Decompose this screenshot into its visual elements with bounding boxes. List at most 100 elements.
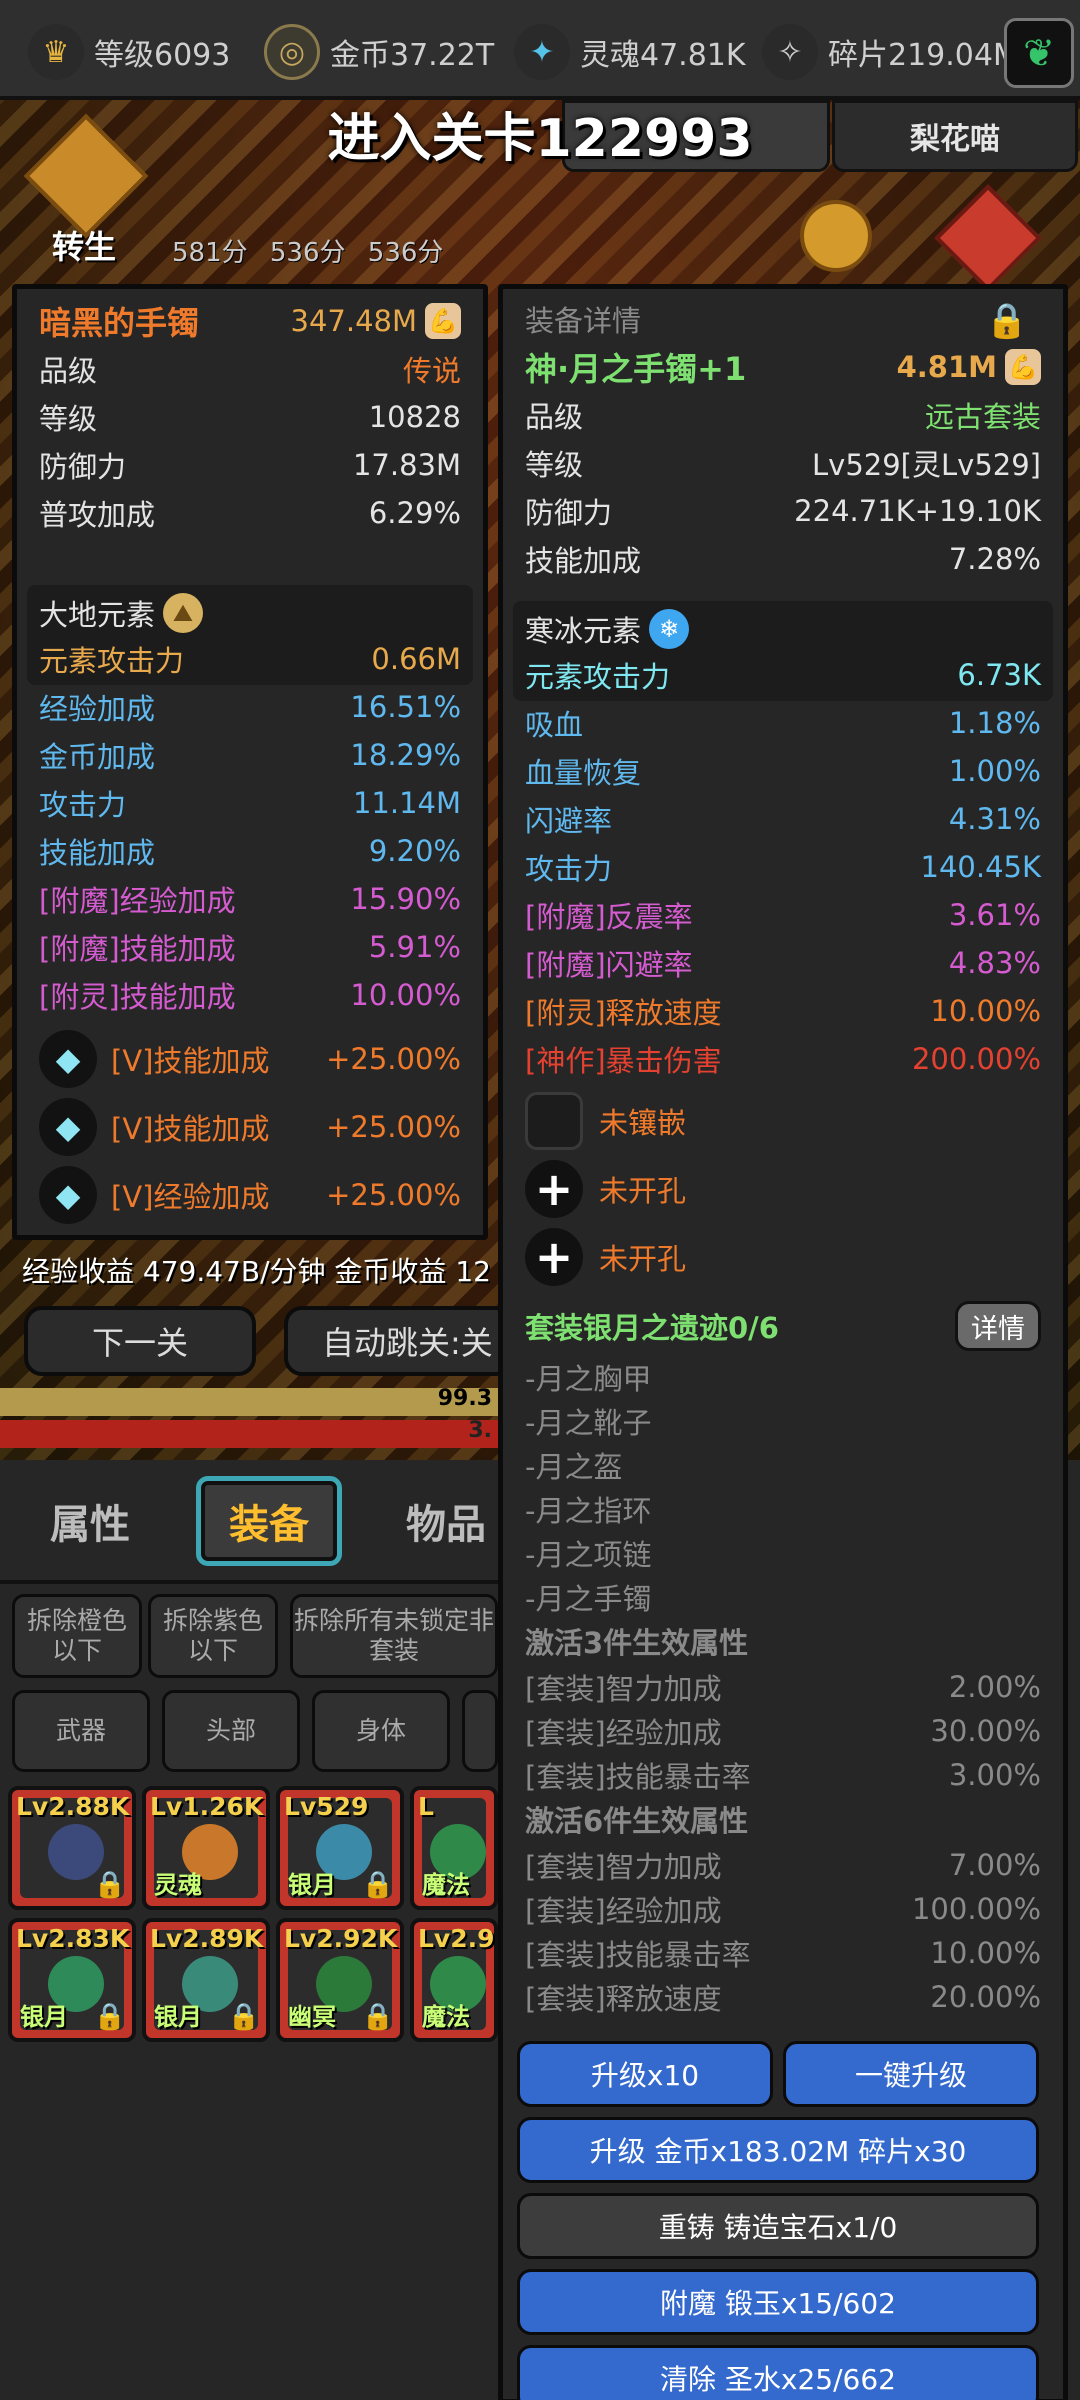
stat-row: 等级 Lv529[灵Lv529] xyxy=(503,441,1063,485)
stat-value: 4.31% xyxy=(948,802,1041,836)
stat-row: [附灵]技能加成 10.00% xyxy=(17,973,483,1017)
socket-row[interactable]: 未镶嵌 xyxy=(503,1089,1063,1153)
stat-row: 等级 10828 xyxy=(17,395,483,439)
top-status-bar: ♛ 等级6093 ◎ 金币37.22T ✦ 灵魂47.81K ✧ 碎片219.0… xyxy=(0,0,1080,100)
equipped-item-power: 347.48M xyxy=(290,304,418,338)
stat-level: ♛ 等级6093 xyxy=(28,24,230,80)
exp-progress-text: 99.3 xyxy=(437,1386,492,1411)
stat-key: 技能加成 xyxy=(39,836,156,870)
inventory-item[interactable]: Lv2.83K 银月 🔒 xyxy=(8,1918,136,2042)
lock-icon: 🔒 xyxy=(227,2002,260,2032)
ice-element-icon: ❄ xyxy=(649,609,690,649)
diamond-gem-icon: ◆ xyxy=(39,1166,97,1224)
inventory-item[interactable]: Lv1.26K 灵魂 xyxy=(142,1786,270,1910)
slot-body-button[interactable]: 身体 xyxy=(312,1690,450,1772)
stat-key: 品级 xyxy=(39,354,98,388)
detail-header: 装备详情 xyxy=(525,304,642,338)
inventory-item[interactable]: Lv2.9 魔法 xyxy=(410,1918,498,2042)
leaf-menu-button[interactable]: ❦ xyxy=(1004,18,1074,88)
remove-orange-below-button[interactable]: 拆除橙色以下 xyxy=(12,1594,142,1678)
stat-key: [附灵]技能加成 xyxy=(39,980,236,1014)
inventory-item[interactable]: Lv2.88K 🔒 xyxy=(8,1786,136,1910)
recast-button[interactable]: 重铸 铸造宝石x1/0 xyxy=(517,2193,1039,2259)
remove-unlocked-nonset-button[interactable]: 拆除所有未锁定非套装 xyxy=(290,1594,498,1678)
stat-key: [附魔]技能加成 xyxy=(39,932,236,966)
stat-value: 7.28% xyxy=(948,542,1041,576)
lock-icon: 🔒 xyxy=(93,1870,126,1900)
lock-icon: 🔒 xyxy=(361,2002,394,2032)
stat-value: Lv529[灵Lv529] xyxy=(812,448,1041,482)
stat-value: 16.51% xyxy=(350,690,461,724)
item-set-name: 银月 xyxy=(154,2003,202,2031)
one-click-upgrade-button[interactable]: 一键升级 xyxy=(783,2041,1039,2107)
stat-value: 17.83M xyxy=(352,448,461,482)
stat-key: 攻击力 xyxy=(525,852,613,886)
slot-weapon-button[interactable]: 武器 xyxy=(12,1690,150,1772)
set-bonus-row: [套装]经验加成 30.00% xyxy=(525,1714,1041,1750)
item-level: Lv2.89K xyxy=(150,1924,264,1953)
rebirth-label[interactable]: 转生 xyxy=(52,222,116,268)
gem-row: ◆ [V]经验加成 +25.00% xyxy=(17,1163,483,1227)
stat-soul: ✦ 灵魂47.81K xyxy=(514,24,746,80)
auto-skip-button[interactable]: 自动跳关:关 xyxy=(284,1306,514,1376)
stat-value: 6.73K xyxy=(957,658,1041,692)
enchant-button[interactable]: 附魔 锻玉x15/602 xyxy=(517,2269,1039,2335)
slot-more-button[interactable] xyxy=(462,1690,498,1772)
element-name: 大地元素 xyxy=(39,598,156,632)
upgrade-x10-button[interactable]: 升级x10 xyxy=(517,2041,773,2107)
tab-equipment[interactable]: 装备 xyxy=(196,1476,342,1566)
set6-title: 激活6件生效属性 xyxy=(525,1804,749,1838)
trophy-icon[interactable] xyxy=(800,200,872,272)
stat-key: 防御力 xyxy=(39,450,127,484)
item-level: Lv2.83K xyxy=(16,1924,130,1953)
inventory-item[interactable]: L 魔法 xyxy=(410,1786,498,1910)
gem-value: +25.00% xyxy=(326,1042,461,1076)
socket-row[interactable]: + 未开孔 xyxy=(503,1157,1063,1221)
set-detail-button[interactable]: 详情 xyxy=(955,1301,1041,1351)
item-set-name: 银月 xyxy=(288,1871,336,1899)
inventory-item[interactable]: Lv2.89K 银月 🔒 xyxy=(142,1918,270,2042)
clear-button[interactable]: 清除 圣水x25/662 xyxy=(517,2345,1039,2400)
muscle-icon: 💪 xyxy=(1005,349,1041,385)
inventory-item[interactable]: Lv529 银月 🔒 xyxy=(276,1786,404,1910)
inventory-item[interactable]: Lv2.92K 幽冥 🔒 xyxy=(276,1918,404,2042)
gem-row: ◆ [V]技能加成 +25.00% xyxy=(17,1027,483,1091)
next-stage-button[interactable]: 下一关 xyxy=(24,1306,256,1376)
item-level: Lv529 xyxy=(284,1792,369,1821)
stat-value: 10.00% xyxy=(350,978,461,1012)
item-level: Lv2.92K xyxy=(284,1924,398,1953)
detail-header-row: 装备详情 xyxy=(503,297,1063,341)
socket-row[interactable]: + 未开孔 xyxy=(503,1225,1063,1289)
stat-row: 品级 传说 xyxy=(17,347,483,391)
item-level: Lv2.9 xyxy=(418,1924,495,1953)
stat-key: 元素攻击力 xyxy=(39,644,185,678)
tab-attributes[interactable]: 属性 xyxy=(30,1476,150,1566)
stat-key: 防御力 xyxy=(525,496,613,530)
set-title: 套装银月之遗迹0/6 xyxy=(525,1311,779,1345)
remove-purple-below-button[interactable]: 拆除紫色以下 xyxy=(148,1594,278,1678)
stat-shard: ✧ 碎片219.04M xyxy=(762,24,1019,80)
stat-row: 品级 远古套装 xyxy=(503,393,1063,437)
upgrade-button[interactable]: 升级 金币x183.02M 碎片x30 xyxy=(517,2117,1039,2183)
detail-title-row: 神·月之手镯+1 4.81M 💪 xyxy=(503,345,1063,389)
stat-value: 200.00% xyxy=(911,1042,1041,1076)
soul-icon: ✦ xyxy=(514,24,570,80)
stat-key: [附魔]反震率 xyxy=(525,900,693,934)
set-bonus-row: [套装]智力加成 7.00% xyxy=(525,1848,1041,1884)
slot-head-button[interactable]: 头部 xyxy=(162,1690,300,1772)
stat-key: [附灵]释放速度 xyxy=(525,996,722,1030)
stat-key: [神作]暴击伤害 xyxy=(525,1044,722,1078)
item-set-name: 幽冥 xyxy=(288,2003,336,2031)
lock-icon[interactable]: 🔒 xyxy=(981,295,1033,347)
stat-value: 6.29% xyxy=(368,496,461,530)
gem-label: [V]技能加成 xyxy=(111,1112,270,1146)
stat-value: 224.71K+19.10K xyxy=(794,494,1041,528)
leaf-icon: ❦ xyxy=(1023,31,1055,75)
gem-value: +25.00% xyxy=(326,1110,461,1144)
stat-row: 防御力 224.71K+19.10K xyxy=(503,489,1063,533)
tab-items[interactable]: 物品 xyxy=(396,1476,496,1566)
set-piece: -月之手镯 xyxy=(525,1582,652,1616)
stat-row: [附魔]经验加成 15.90% xyxy=(17,877,483,921)
stat-row: 技能加成 7.28% xyxy=(503,537,1063,581)
tab-divider xyxy=(0,1580,498,1584)
